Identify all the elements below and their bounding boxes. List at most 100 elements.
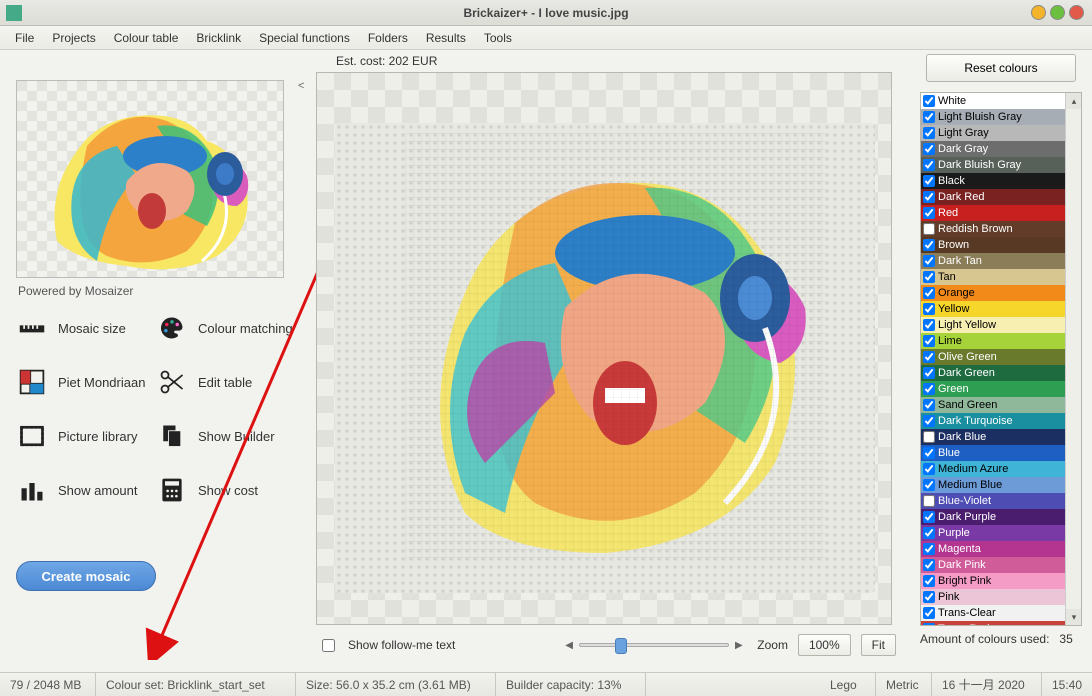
maximize-button[interactable]	[1050, 5, 1065, 20]
colour-dark-blue[interactable]: Dark Blue	[921, 429, 1065, 445]
source-image-thumbnail[interactable]	[16, 80, 284, 278]
colour-checkbox[interactable]	[923, 463, 935, 475]
colour-dark-turquoise[interactable]: Dark Turquoise	[921, 413, 1065, 429]
colour-checkbox[interactable]	[923, 95, 935, 107]
colour-checkbox[interactable]	[923, 607, 935, 619]
colour-checkbox[interactable]	[923, 111, 935, 123]
tool-piet-mondriaan[interactable]: Piet Mondriaan	[16, 366, 156, 398]
colour-checkbox[interactable]	[923, 319, 935, 331]
menu-bricklink[interactable]: Bricklink	[187, 28, 250, 48]
fit-button[interactable]: Fit	[861, 634, 896, 656]
colour-checkbox[interactable]	[923, 367, 935, 379]
colour-checkbox[interactable]	[923, 303, 935, 315]
colour-checkbox[interactable]	[923, 287, 935, 299]
colour-checkbox[interactable]	[923, 591, 935, 603]
colour-purple[interactable]: Purple	[921, 525, 1065, 541]
menu-results[interactable]: Results	[417, 28, 475, 48]
colour-blue-violet[interactable]: Blue-Violet	[921, 493, 1065, 509]
colour-checkbox[interactable]	[923, 127, 935, 139]
colour-olive-green[interactable]: Olive Green	[921, 349, 1065, 365]
colour-checkbox[interactable]	[923, 447, 935, 459]
colour-checkbox[interactable]	[923, 335, 935, 347]
colour-trans-red[interactable]: Trans-Red	[921, 621, 1065, 626]
zoom-percent[interactable]: 100%	[798, 634, 851, 656]
slider-left-arrow[interactable]: ◀	[565, 640, 573, 651]
colour-dark-pink[interactable]: Dark Pink	[921, 557, 1065, 573]
colour-checkbox[interactable]	[923, 431, 935, 443]
colour-black[interactable]: Black	[921, 173, 1065, 189]
colour-list[interactable]: WhiteLight Bluish GrayLight GrayDark Gra…	[920, 92, 1082, 626]
mosaic-canvas[interactable]	[316, 72, 892, 625]
colour-sand-green[interactable]: Sand Green	[921, 397, 1065, 413]
colour-checkbox[interactable]	[923, 175, 935, 187]
colour-checkbox[interactable]	[923, 255, 935, 267]
colour-medium-blue[interactable]: Medium Blue	[921, 477, 1065, 493]
tool-show-amount[interactable]: Show amount	[16, 474, 156, 506]
colour-lime[interactable]: Lime	[921, 333, 1065, 349]
tool-colour-matching[interactable]: Colour matching	[156, 312, 296, 344]
colour-trans-clear[interactable]: Trans-Clear	[921, 605, 1065, 621]
colour-white[interactable]: White	[921, 93, 1065, 109]
colour-dark-tan[interactable]: Dark Tan	[921, 253, 1065, 269]
colour-magenta[interactable]: Magenta	[921, 541, 1065, 557]
colour-checkbox[interactable]	[923, 495, 935, 507]
colour-pink[interactable]: Pink	[921, 589, 1065, 605]
menu-folders[interactable]: Folders	[359, 28, 417, 48]
minimize-button[interactable]	[1031, 5, 1046, 20]
colour-checkbox[interactable]	[923, 351, 935, 363]
colour-checkbox[interactable]	[923, 527, 935, 539]
menu-projects[interactable]: Projects	[43, 28, 104, 48]
colour-orange[interactable]: Orange	[921, 285, 1065, 301]
reset-colours-button[interactable]: Reset colours	[926, 54, 1076, 82]
tool-show-cost[interactable]: Show cost	[156, 474, 296, 506]
colour-checkbox[interactable]	[923, 415, 935, 427]
colour-checkbox[interactable]	[923, 383, 935, 395]
colour-green[interactable]: Green	[921, 381, 1065, 397]
colour-checkbox[interactable]	[923, 399, 935, 411]
scroll-down-arrow[interactable]: ▾	[1066, 609, 1082, 625]
colour-dark-red[interactable]: Dark Red	[921, 189, 1065, 205]
scroll-up-arrow[interactable]: ▴	[1066, 93, 1082, 109]
colour-blue[interactable]: Blue	[921, 445, 1065, 461]
colour-checkbox[interactable]	[923, 511, 935, 523]
colour-checkbox[interactable]	[923, 159, 935, 171]
colour-checkbox[interactable]	[923, 479, 935, 491]
colour-checkbox[interactable]	[923, 575, 935, 587]
colour-light-gray[interactable]: Light Gray	[921, 125, 1065, 141]
colour-bright-pink[interactable]: Bright Pink	[921, 573, 1065, 589]
colour-checkbox[interactable]	[923, 559, 935, 571]
colour-brown[interactable]: Brown	[921, 237, 1065, 253]
tool-edit-table[interactable]: Edit table	[156, 366, 296, 398]
tool-show-builder[interactable]: Show Builder	[156, 420, 296, 452]
zoom-slider[interactable]: ◀ ▶	[565, 640, 747, 651]
follow-me-checkbox[interactable]	[322, 639, 335, 652]
colour-checkbox[interactable]	[923, 543, 935, 555]
colour-checkbox[interactable]	[923, 271, 935, 283]
close-button[interactable]	[1069, 5, 1084, 20]
colour-red[interactable]: Red	[921, 205, 1065, 221]
colour-tan[interactable]: Tan	[921, 269, 1065, 285]
colour-dark-green[interactable]: Dark Green	[921, 365, 1065, 381]
menu-special-functions[interactable]: Special functions	[250, 28, 359, 48]
colour-checkbox[interactable]	[923, 623, 935, 626]
menu-tools[interactable]: Tools	[475, 28, 521, 48]
colour-light-bluish-gray[interactable]: Light Bluish Gray	[921, 109, 1065, 125]
colour-medium-azure[interactable]: Medium Azure	[921, 461, 1065, 477]
menu-colour-table[interactable]: Colour table	[105, 28, 188, 48]
create-mosaic-button[interactable]: Create mosaic	[16, 561, 156, 591]
colour-checkbox[interactable]	[923, 223, 935, 235]
menu-file[interactable]: File	[6, 28, 43, 48]
colour-dark-purple[interactable]: Dark Purple	[921, 509, 1065, 525]
colour-list-scrollbar[interactable]: ▴ ▾	[1065, 93, 1081, 625]
slider-right-arrow[interactable]: ▶	[735, 640, 743, 651]
colour-dark-gray[interactable]: Dark Gray	[921, 141, 1065, 157]
tool-picture-library[interactable]: Picture library	[16, 420, 156, 452]
colour-checkbox[interactable]	[923, 207, 935, 219]
colour-checkbox[interactable]	[923, 143, 935, 155]
tool-mosaic-size[interactable]: Mosaic size	[16, 312, 156, 344]
colour-yellow[interactable]: Yellow	[921, 301, 1065, 317]
colour-checkbox[interactable]	[923, 191, 935, 203]
slider-handle[interactable]	[615, 638, 627, 654]
colour-reddish-brown[interactable]: Reddish Brown	[921, 221, 1065, 237]
colour-light-yellow[interactable]: Light Yellow	[921, 317, 1065, 333]
